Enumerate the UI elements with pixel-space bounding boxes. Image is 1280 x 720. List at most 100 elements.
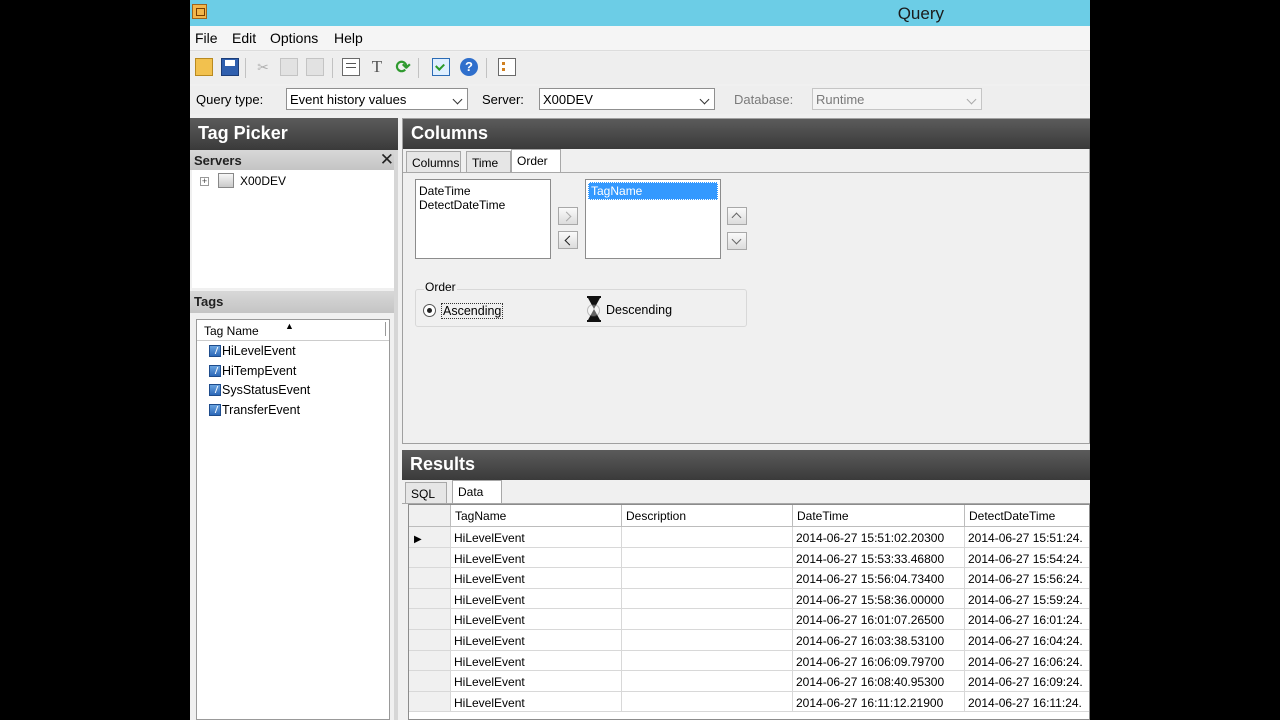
column-header-tagname[interactable]: TagName: [451, 505, 622, 527]
chevron-up-icon: [731, 212, 742, 223]
results-grid[interactable]: TagName Description DateTime DetectDateT…: [408, 504, 1090, 720]
tags-list-header[interactable]: Tag Name ▲: [197, 320, 389, 341]
format-icon[interactable]: T: [368, 58, 386, 76]
server-node-label[interactable]: X00DEV: [240, 174, 286, 188]
list-item[interactable]: DetectDateTime: [419, 198, 547, 212]
row-selector[interactable]: [409, 691, 451, 713]
query-window: Query File Edit Options Help ✂ T ⟳ ? Que…: [190, 0, 1090, 720]
chevron-down-icon: [731, 234, 742, 245]
column-header-datetime[interactable]: DateTime: [793, 505, 965, 527]
table-row[interactable]: HiLevelEvent 2014-06-27 16:01:07.26500 2…: [409, 609, 1089, 630]
copy-query-icon[interactable]: [342, 58, 360, 76]
row-selector[interactable]: [409, 630, 451, 651]
menu-file[interactable]: File: [195, 30, 218, 46]
table-row[interactable]: ▶ HiLevelEvent 2014-06-27 15:51:02.20300…: [409, 527, 1089, 548]
row-selector[interactable]: [409, 568, 451, 589]
server-select[interactable]: X00DEV: [539, 88, 715, 110]
query-type-label: Query type:: [196, 92, 264, 107]
add-column-button[interactable]: [558, 207, 578, 225]
tag-item[interactable]: SysStatusEvent: [209, 383, 310, 397]
row-selector[interactable]: ▶: [409, 527, 451, 548]
descending-label[interactable]: Descending: [606, 303, 672, 317]
tag-name-column-header[interactable]: Tag Name: [204, 324, 259, 338]
toolbar-separator: [245, 58, 246, 78]
tag-picker-panel: Tag Picker Servers ✕ + X00DEV Tags Tag N…: [190, 116, 398, 720]
row-selector[interactable]: [409, 588, 451, 610]
copy-icon[interactable]: [280, 58, 298, 76]
refresh-icon[interactable]: ⟳: [394, 58, 412, 76]
menu-options[interactable]: Options: [270, 30, 318, 46]
toolbar-separator: [486, 58, 487, 78]
window-title: Query: [897, 4, 944, 23]
database-select[interactable]: Runtime: [812, 88, 982, 110]
available-columns-list[interactable]: DateTime DetectDateTime: [415, 179, 551, 259]
query-type-select[interactable]: Event history values: [286, 88, 468, 110]
help-icon[interactable]: ?: [460, 58, 478, 76]
remove-column-button[interactable]: [558, 231, 578, 249]
tag-item[interactable]: HiLevelEvent: [209, 344, 296, 358]
chevron-down-icon[interactable]: [451, 91, 465, 107]
table-row[interactable]: HiLevelEvent 2014-06-27 16:03:38.53100 2…: [409, 630, 1089, 651]
menu-edit[interactable]: Edit: [232, 30, 256, 46]
table-row[interactable]: HiLevelEvent 2014-06-27 16:08:40.95300 2…: [409, 671, 1089, 692]
server-icon: [218, 173, 234, 188]
ascending-label[interactable]: Ascending: [441, 303, 504, 319]
list-item[interactable]: DateTime: [419, 184, 547, 198]
event-tag-icon: [209, 384, 221, 396]
servers-tree: + X00DEV: [192, 170, 396, 288]
move-up-button[interactable]: [727, 207, 747, 225]
event-tag-icon: [209, 365, 221, 377]
order-columns-list[interactable]: TagName: [585, 179, 721, 259]
close-icon[interactable]: ✕: [380, 150, 394, 170]
tag-item[interactable]: TransferEvent: [209, 403, 300, 417]
table-row[interactable]: HiLevelEvent 2014-06-27 16:11:12.21900 2…: [409, 691, 1089, 713]
tags-header: Tags: [190, 291, 398, 313]
menu-help[interactable]: Help: [334, 30, 363, 46]
list-item-selected[interactable]: TagName: [588, 182, 718, 200]
toolbar-separator: [418, 58, 419, 78]
app-icon[interactable]: [192, 4, 207, 19]
menu-bar: File Edit Options Help: [190, 26, 1090, 51]
tab-data[interactable]: Data: [452, 480, 502, 504]
title-bar[interactable]: Query: [190, 0, 1090, 26]
execute-icon[interactable]: [432, 58, 450, 76]
tags-list: Tag Name ▲ HiLevelEvent HiTempEvent SysS…: [196, 319, 390, 720]
table-row[interactable]: HiLevelEvent 2014-06-27 15:53:33.46800 2…: [409, 547, 1089, 569]
results-panel: Results SQL Data TagName Description Dat…: [402, 448, 1090, 720]
event-tag-icon: [209, 345, 221, 357]
table-row[interactable]: HiLevelEvent 2014-06-27 16:06:09.79700 2…: [409, 650, 1089, 672]
chevron-down-icon[interactable]: [698, 91, 712, 107]
ascending-radio[interactable]: [423, 304, 436, 317]
options-icon[interactable]: [498, 58, 516, 76]
cut-icon[interactable]: ✂: [254, 58, 272, 76]
column-header-detectdatetime[interactable]: DetectDateTime: [965, 505, 1089, 527]
tab-strip-border: [403, 172, 1090, 173]
chevron-down-icon[interactable]: [965, 91, 979, 107]
tab-columns[interactable]: Columns: [406, 151, 461, 173]
tab-time[interactable]: Time: [466, 151, 511, 173]
tag-picker-title: Tag Picker: [190, 118, 398, 150]
tab-sql[interactable]: SQL: [405, 482, 447, 504]
expand-icon[interactable]: +: [200, 177, 209, 186]
table-row[interactable]: HiLevelEvent 2014-06-27 15:56:04.73400 2…: [409, 568, 1089, 589]
database-label: Database:: [734, 92, 794, 107]
open-icon[interactable]: [195, 58, 213, 76]
columns-panel: Columns Columns Time Order DateTime Dete…: [402, 118, 1090, 444]
chevron-left-icon: [564, 235, 575, 246]
row-selector[interactable]: [409, 547, 451, 569]
tab-order[interactable]: Order: [511, 149, 561, 173]
database-value: Runtime: [816, 92, 865, 107]
row-selector[interactable]: [409, 650, 451, 672]
table-row[interactable]: HiLevelEvent 2014-06-27 15:58:36.00000 2…: [409, 588, 1089, 610]
move-down-button[interactable]: [727, 232, 747, 250]
descending-radio[interactable]: [587, 304, 600, 317]
tag-item[interactable]: HiTempEvent: [209, 364, 296, 378]
row-selector[interactable]: [409, 609, 451, 630]
paste-icon[interactable]: [306, 58, 324, 76]
column-divider[interactable]: [385, 322, 386, 336]
splitter[interactable]: [394, 150, 398, 720]
current-row-icon: ▶: [414, 534, 422, 545]
save-icon[interactable]: [221, 58, 239, 76]
column-header-description[interactable]: Description: [622, 505, 793, 527]
row-selector[interactable]: [409, 671, 451, 692]
